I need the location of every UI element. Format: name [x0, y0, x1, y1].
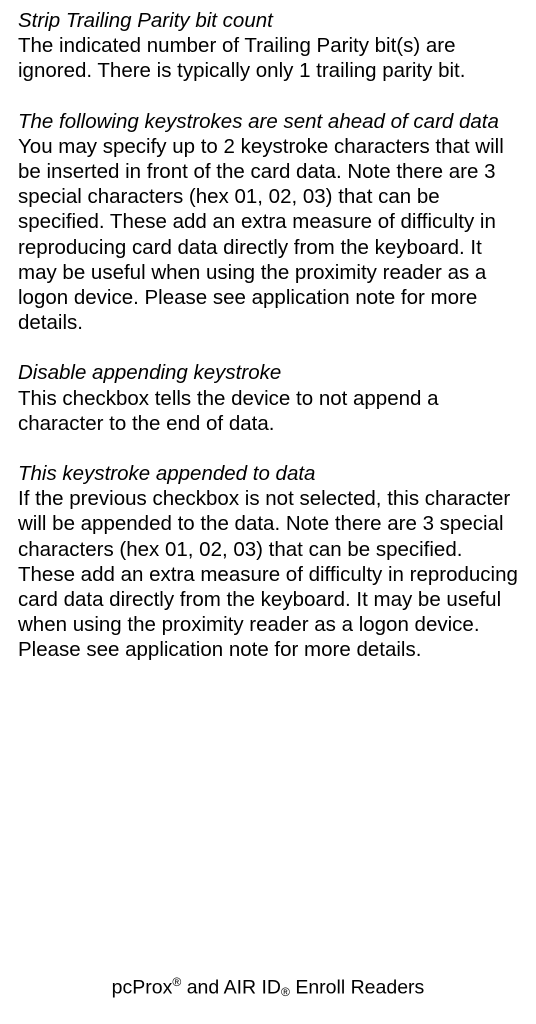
- body-keystroke-appended: If the previous checkbox is not selected…: [18, 486, 518, 662]
- footer-text: pcProx® and AIR ID® Enroll Readers: [0, 975, 536, 1002]
- footer-mid: and AIR ID: [181, 976, 281, 998]
- footer-suffix: Enroll Readers: [290, 976, 424, 998]
- footer-prefix: pcProx: [112, 976, 173, 998]
- section-strip-trailing: Strip Trailing Parity bit count The indi…: [18, 8, 518, 84]
- section-keystroke-appended: This keystroke appended to data If the p…: [18, 461, 518, 663]
- registered-icon: ®: [281, 985, 290, 999]
- heading-disable-appending: Disable appending keystroke: [18, 360, 518, 385]
- body-disable-appending: This checkbox tells the device to not ap…: [18, 386, 518, 436]
- section-disable-appending: Disable appending keystroke This checkbo…: [18, 360, 518, 436]
- heading-strip-trailing: Strip Trailing Parity bit count: [18, 8, 518, 33]
- heading-keystroke-appended: This keystroke appended to data: [18, 461, 518, 486]
- heading-keystrokes-ahead: The following keystrokes are sent ahead …: [18, 109, 518, 134]
- body-strip-trailing: The indicated number of Trailing Parity …: [18, 33, 518, 83]
- registered-icon: ®: [172, 975, 181, 989]
- section-keystrokes-ahead: The following keystrokes are sent ahead …: [18, 109, 518, 336]
- body-keystrokes-ahead: You may specify up to 2 keystroke charac…: [18, 134, 518, 336]
